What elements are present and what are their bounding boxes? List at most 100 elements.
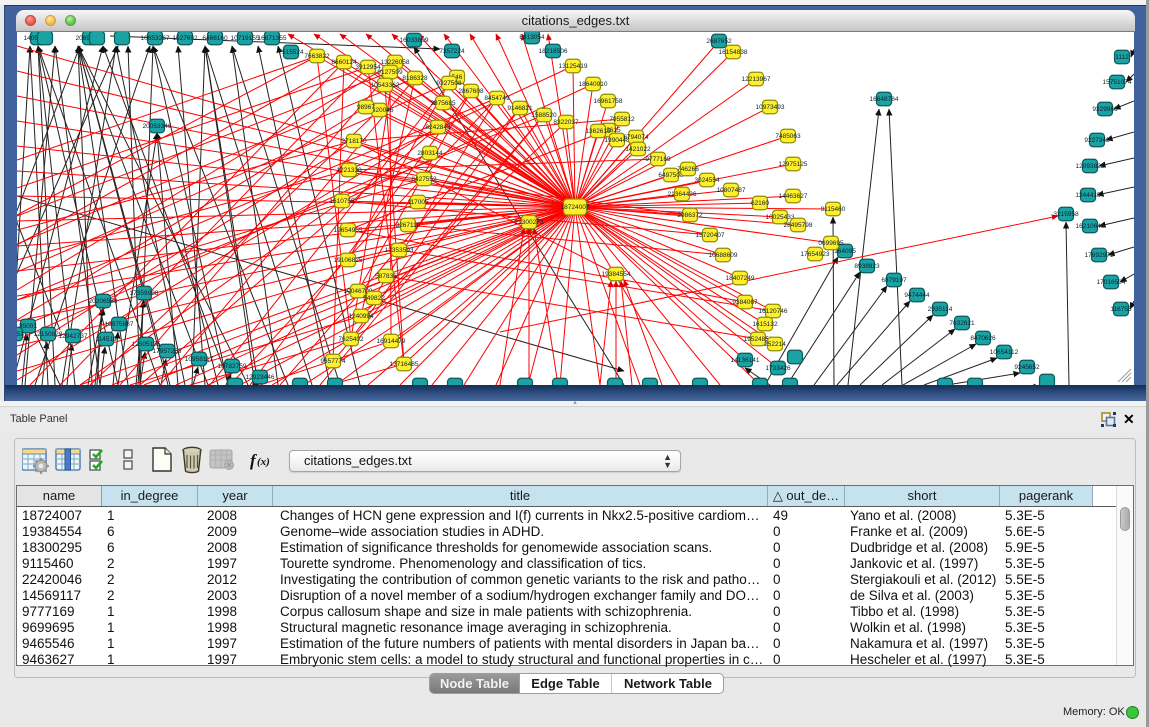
svg-text:12093822: 12093822 [1076,163,1105,170]
svg-text:9777169: 9777169 [645,156,671,163]
svg-text:13716485: 13716485 [390,361,419,368]
svg-text:587835: 587835 [375,273,397,280]
svg-text:2867608: 2867608 [458,88,484,95]
svg-text:18724007: 18724007 [561,204,590,211]
svg-text:20053346: 20053346 [143,123,172,130]
svg-text:8470626: 8470626 [970,335,996,342]
svg-text:12942737: 12942737 [59,333,88,340]
svg-text:17016504: 17016504 [1097,279,1126,286]
svg-text:3267110: 3267110 [396,222,421,229]
svg-text:39153: 39153 [17,331,24,338]
svg-text:7515524: 7515524 [278,49,304,56]
svg-text:(x): (x) [257,456,270,468]
svg-text:18407249: 18407249 [726,275,755,282]
svg-text:6794074: 6794074 [623,134,649,141]
svg-text:1112: 1112 [1115,54,1129,61]
svg-text:1733426: 1733426 [765,365,791,372]
svg-text:28495798: 28495798 [784,222,813,229]
svg-text:8242848: 8242848 [425,124,451,131]
svg-text:14136141: 14136141 [731,357,760,364]
svg-text:10975887: 10975887 [105,321,134,328]
svg-text:15720407: 15720407 [696,232,725,239]
svg-text:16154838: 16154838 [719,49,748,56]
svg-text:1588520: 1588520 [531,112,557,119]
svg-text:19106825: 19106825 [334,257,363,264]
svg-text:16210643: 16210643 [1076,223,1105,230]
svg-text:17654923: 17654923 [801,251,830,258]
svg-text:8186328: 8186328 [402,75,428,82]
svg-text:21300273: 21300273 [515,219,544,226]
svg-text:12923446: 12923446 [246,374,275,381]
svg-text:16914479: 16914479 [377,338,406,345]
svg-text:7485063: 7485063 [775,133,801,140]
svg-text:252214: 252214 [764,341,786,348]
svg-text:3024554: 3024554 [694,177,720,184]
svg-text:21364436: 21364436 [668,191,697,198]
svg-text:1615132: 1615132 [752,321,778,328]
svg-text:18640910: 18640910 [579,81,608,88]
svg-text:16033809: 16033809 [400,37,429,44]
svg-text:9227342: 9227342 [1084,137,1110,144]
svg-text:12975125: 12975125 [779,161,808,168]
svg-text:6466160: 6466160 [202,35,228,42]
svg-text:116753: 116753 [1110,306,1132,313]
svg-text:9115460: 9115460 [821,206,846,213]
svg-text:8938923: 8938923 [854,263,880,270]
svg-text:114519: 114519 [95,336,117,343]
svg-text:9384067: 9384067 [732,299,758,306]
svg-text:10807487: 10807487 [717,187,746,194]
svg-text:7632621: 7632621 [949,320,975,327]
svg-text:2935114: 2935114 [928,306,953,313]
svg-text:16648784: 16648784 [870,96,899,103]
svg-text:10958117: 10958117 [185,356,214,363]
svg-text:8322037: 8322037 [553,119,579,126]
svg-text:1240994: 1240994 [348,313,374,320]
svg-text:12353593: 12353593 [385,247,414,254]
svg-text:13125419: 13125419 [559,63,588,70]
svg-text:9127509: 9127509 [377,69,403,76]
svg-text:16120746: 16120746 [759,308,788,315]
svg-text:3215958: 3215958 [1053,211,1079,218]
svg-text:12213967: 12213967 [742,76,771,83]
svg-text:19384554: 19384554 [602,271,631,278]
svg-text:8813054: 8813054 [519,34,545,41]
svg-text:15751074: 15751074 [1103,79,1132,86]
svg-text:17359938: 17359938 [130,290,159,297]
svg-text:10973493: 10973493 [756,104,785,111]
svg-text:1221330: 1221330 [336,167,362,174]
svg-text:1421022: 1421022 [625,146,651,153]
svg-text:1527602: 1527602 [172,35,198,42]
svg-text:17957253: 17957253 [153,348,182,355]
svg-text:8454749: 8454749 [484,95,510,102]
svg-text:10653267: 10653267 [141,35,170,42]
svg-text:9327508: 9327508 [436,80,462,87]
svg-text:16671355: 16671355 [258,35,287,42]
svg-text:1244415: 1244415 [1075,192,1101,199]
svg-text:18218506: 18218506 [539,48,568,55]
svg-text:117005: 117005 [407,199,429,206]
svg-text:9474444: 9474444 [904,292,930,299]
svg-text:0699695: 0699695 [818,240,844,247]
svg-text:7663822: 7663822 [304,53,330,60]
svg-text:62160: 62160 [751,200,769,207]
svg-text:746266: 746266 [677,166,699,173]
svg-text:549822: 549822 [363,295,385,302]
svg-text:19654955: 19654955 [334,227,363,234]
svg-text:14463627: 14463627 [779,193,808,200]
svg-text:10654112: 10654112 [990,349,1019,356]
svg-text:8660124: 8660124 [331,59,357,66]
svg-text:9146821: 9146821 [507,105,533,112]
svg-text:20206558: 20206558 [89,298,118,305]
svg-text:2803144: 2803144 [417,150,443,157]
svg-text:1610755: 1610755 [329,198,355,205]
svg-text:10719155: 10719155 [231,35,260,42]
svg-text:16961758: 16961758 [594,98,623,105]
svg-text:2687652: 2687652 [706,38,732,45]
svg-text:9657774: 9657774 [320,358,346,365]
svg-text:2718170: 2718170 [341,138,367,145]
svg-text:6879197: 6879197 [881,277,907,284]
svg-text:7955812: 7955812 [609,116,635,123]
svg-text:8427552: 8427552 [411,176,437,183]
svg-text:10782759: 10782759 [218,363,247,370]
svg-text:98967: 98967 [357,104,375,111]
